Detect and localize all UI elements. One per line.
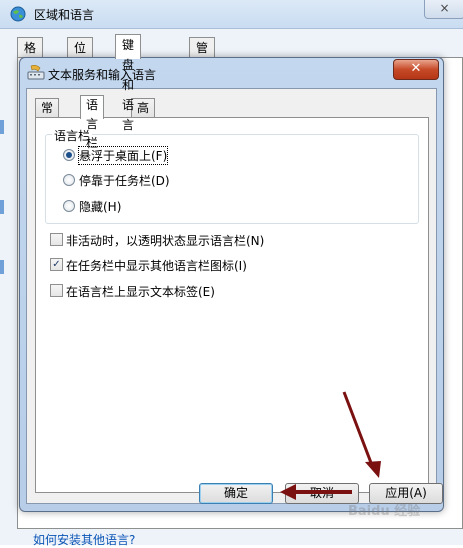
radio-button-selected[interactable]: [63, 149, 75, 161]
radio-button[interactable]: [63, 200, 75, 212]
watermark: Baidu 经验: [348, 504, 421, 519]
tab-language-bar[interactable]: 语言栏: [80, 95, 105, 150]
radio-label-dock: 停靠于任务栏(D): [79, 174, 170, 188]
bg-left-strip: [0, 100, 10, 300]
checkbox-checked[interactable]: ✓: [50, 258, 63, 271]
tab-keyboard-language[interactable]: 键盘和语言: [115, 34, 142, 132]
tab-format[interactable]: 格式: [17, 37, 44, 75]
checkbox-label-text-labels: 在语言栏上显示文本标签(E): [66, 285, 215, 299]
tab-location[interactable]: 位置: [67, 37, 94, 75]
install-languages-link[interactable]: 如何安装其他语言?: [33, 531, 135, 548]
checkbox-label-taskbar-icons: 在任务栏中显示其他语言栏图标(I): [66, 259, 247, 273]
dialog-close-button[interactable]: ✕: [393, 59, 439, 80]
keyboard-icon: [27, 65, 45, 80]
dialog-body: 常规 语言栏 高级键设置 语言栏 悬浮于桌面上(F) 停靠于任务栏(D) 隐藏(…: [26, 88, 437, 504]
dialog-title: 文本服务和输入语言: [48, 68, 157, 82]
tab-admin[interactable]: 管理: [189, 37, 216, 75]
bg-titlebar: 区域和语言 ×: [0, 0, 463, 29]
radio-button[interactable]: [63, 174, 75, 186]
checkbox-unchecked[interactable]: [50, 233, 63, 246]
tab-general[interactable]: 常规: [35, 98, 60, 134]
checkbox-label-transparent: 非活动时，以透明状态显示语言栏(N): [66, 234, 265, 248]
ok-button[interactable]: 确定: [199, 483, 273, 504]
language-bar-group: 语言栏 悬浮于桌面上(F) 停靠于任务栏(D) 隐藏(H): [45, 127, 419, 224]
tab-advanced-key-settings[interactable]: 高级键设置: [131, 98, 156, 191]
text-services-dialog: 文本服务和输入语言 ✕ 常规 语言栏 高级键设置 语言栏 悬浮于桌面上(F) 停…: [19, 57, 444, 512]
radio-label-hidden: 隐藏(H): [79, 200, 122, 214]
globe-icon: [10, 6, 26, 22]
bg-close-button[interactable]: ×: [424, 0, 463, 19]
checkbox-unchecked[interactable]: [50, 284, 63, 297]
bg-window-title: 区域和语言: [34, 8, 95, 22]
language-bar-panel: 语言栏 悬浮于桌面上(F) 停靠于任务栏(D) 隐藏(H) 非活动时，以透明状态…: [35, 117, 429, 493]
